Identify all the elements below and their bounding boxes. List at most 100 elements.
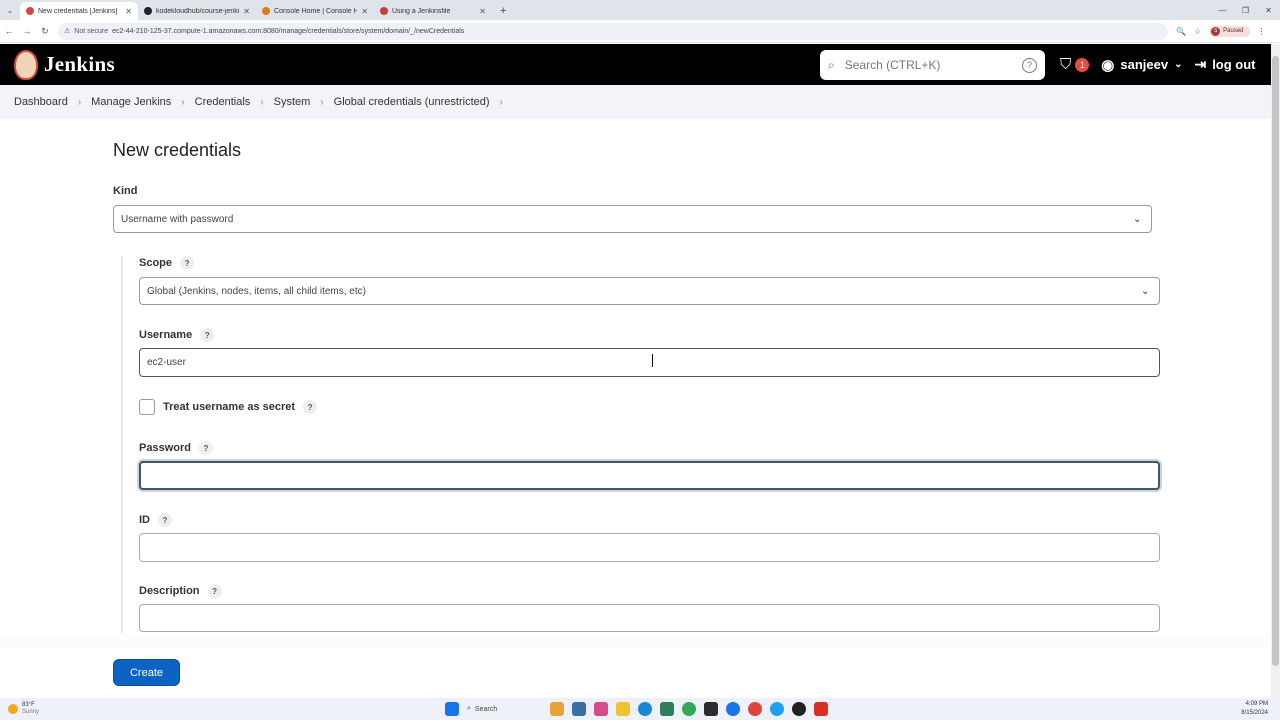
scrollbar-thumb[interactable] <box>1272 56 1279 666</box>
close-window-icon[interactable]: ✕ <box>1257 0 1280 20</box>
close-tab-icon[interactable]: ✕ <box>361 7 368 16</box>
breadcrumb-item[interactable]: Global credentials (unrestricted) › <box>334 96 513 108</box>
taskbar-app-icon[interactable] <box>792 702 806 716</box>
taskbar-app-icon[interactable] <box>770 702 784 716</box>
help-icon[interactable]: ? <box>303 400 318 414</box>
aws-favicon-icon <box>262 7 270 15</box>
back-icon[interactable]: ← <box>0 26 18 36</box>
scope-label-text: Scope <box>139 257 173 269</box>
kind-value: Username with password <box>121 213 234 225</box>
help-icon[interactable]: ? <box>158 513 172 527</box>
search-help-icon[interactable]: ? <box>1022 57 1037 73</box>
weather-temp: 83°F <box>22 702 35 708</box>
browser-tab[interactable]: Using a Jenkinsfile ✕ <box>374 2 492 20</box>
taskbar-search[interactable]: ⌕ Search <box>467 705 542 713</box>
security-badge[interactable]: 1 <box>1075 57 1090 72</box>
edge-icon[interactable] <box>638 702 652 716</box>
username: sanjeev <box>1120 57 1169 72</box>
jenkins-favicon-icon <box>26 7 34 15</box>
password-label-text: Password <box>139 442 191 454</box>
system-clock[interactable]: 4:09 PM 8/15/2024 <box>1241 700 1268 718</box>
minimize-icon[interactable]: — <box>1211 0 1234 20</box>
address-bar-actions: 🔍 ☆ S Paused ⋮ <box>1176 25 1266 37</box>
profile-button[interactable]: S Paused <box>1209 25 1250 37</box>
taskbar-app-icon[interactable] <box>550 702 564 716</box>
taskbar-app-icon[interactable] <box>616 702 630 716</box>
app-name: Jenkins <box>44 52 115 76</box>
browser-tab[interactable]: kodekloudhub/course-jenkin... ✕ <box>138 2 256 20</box>
opera-icon[interactable] <box>748 702 762 716</box>
breadcrumb-label[interactable]: System <box>274 96 311 108</box>
bookmark-star-icon[interactable]: ☆ <box>1194 27 1201 36</box>
create-button[interactable]: Create <box>113 659 180 686</box>
tab-search-icon[interactable]: ⌄ <box>0 0 20 20</box>
chrome-icon[interactable] <box>682 702 696 716</box>
id-label-text: ID <box>139 514 150 526</box>
url-bar[interactable]: ⚠ Not secure ec2-44-210-125-37.compute-1… <box>58 22 1168 40</box>
treat-username-secret-checkbox[interactable] <box>139 399 155 415</box>
browser-menu-icon[interactable]: ⋮ <box>1258 27 1266 36</box>
search-box[interactable]: ⌕ Search (CTRL+K) ? <box>820 50 1045 80</box>
treat-username-secret-label[interactable]: Treat username as secret <box>163 401 295 413</box>
scope-select[interactable]: Global (Jenkins, nodes, items, all child… <box>139 277 1160 305</box>
help-icon[interactable]: ? <box>180 256 195 270</box>
text-cursor-icon <box>652 354 656 367</box>
not-secure-label[interactable]: Not secure <box>74 28 108 35</box>
help-icon[interactable]: ? <box>207 584 222 598</box>
page-title: New credentials <box>113 140 242 160</box>
weather-text: 83°F Sunny <box>22 702 39 716</box>
windows-start-icon[interactable] <box>445 702 459 716</box>
breadcrumb-label[interactable]: Credentials <box>195 96 251 108</box>
treat-username-secret-row: Treat username as secret ? <box>139 399 318 415</box>
kind-label-text: Kind <box>113 185 138 197</box>
browser-tab-bar: ⌄ New credentials [Jenkins] ✕ kodekloudh… <box>0 0 1280 20</box>
breadcrumb-label[interactable]: Global credentials (unrestricted) <box>334 96 490 108</box>
zoom-icon[interactable]: 🔍 <box>1176 27 1186 36</box>
url-text[interactable]: ec2-44-210-125-37.compute-1.amazonaws.co… <box>112 28 464 35</box>
logout-link[interactable]: ⇥ log out <box>1194 56 1255 73</box>
id-input[interactable] <box>139 533 1160 562</box>
new-tab-icon[interactable]: + <box>492 2 514 20</box>
reload-icon[interactable]: ↻ <box>36 26 54 37</box>
weather-widget[interactable]: 83°F Sunny <box>8 702 39 716</box>
taskbar-app-icon[interactable] <box>594 702 608 716</box>
user-menu[interactable]: ◉ sanjeev ⌄ <box>1101 56 1182 74</box>
taskbar-search-label: Search <box>474 705 498 713</box>
browser-tab[interactable]: Console Home | Console Home ✕ <box>256 2 374 20</box>
password-input[interactable] <box>139 461 1160 490</box>
help-icon[interactable]: ? <box>200 328 215 342</box>
breadcrumb-item[interactable]: Dashboard › <box>14 96 91 108</box>
taskbar-app-icon[interactable] <box>814 702 828 716</box>
taskbar-app-icon[interactable] <box>660 702 674 716</box>
close-tab-icon[interactable]: ✕ <box>243 7 250 16</box>
kind-select[interactable]: Username with password ⌄ <box>113 205 1152 233</box>
breadcrumb-label[interactable]: Dashboard <box>14 96 68 108</box>
header-actions: ⛉ 1 ◉ sanjeev ⌄ ⇥ log out <box>1060 44 1256 85</box>
breadcrumb-label[interactable]: Manage Jenkins <box>91 96 171 108</box>
restore-icon[interactable]: ❐ <box>1234 0 1257 20</box>
description-input[interactable] <box>139 604 1160 632</box>
form-footer-divider <box>0 633 1271 647</box>
forward-icon[interactable]: → <box>18 26 36 36</box>
username-value: ec2-user <box>147 357 186 368</box>
taskbar-app-icon[interactable] <box>572 702 586 716</box>
breadcrumb-item[interactable]: Manage Jenkins › <box>91 96 194 108</box>
jenkins-home-link[interactable]: Jenkins <box>14 49 115 80</box>
close-tab-icon[interactable]: ✕ <box>479 7 486 16</box>
close-tab-icon[interactable]: ✕ <box>125 7 132 16</box>
scope-value: Global (Jenkins, nodes, items, all child… <box>147 285 366 297</box>
taskbar-app-icon[interactable] <box>704 702 718 716</box>
chrome-icon[interactable] <box>726 702 740 716</box>
browser-tab[interactable]: New credentials [Jenkins] ✕ <box>20 2 138 20</box>
scrollbar[interactable] <box>1271 44 1280 698</box>
breadcrumb-item[interactable]: Credentials › <box>195 96 274 108</box>
search-input[interactable]: Search (CTRL+K) <box>845 58 941 72</box>
username-input[interactable]: ec2-user <box>139 348 1160 377</box>
security-shield-icon[interactable]: ⛉ <box>1060 56 1071 73</box>
scope-label: Scope ? <box>139 256 195 270</box>
help-icon[interactable]: ? <box>198 441 213 455</box>
warning-icon[interactable]: ⚠ <box>64 27 70 35</box>
breadcrumb-item[interactable]: System › <box>274 96 334 108</box>
tab-title: Console Home | Console Home <box>274 7 358 15</box>
logout-label: log out <box>1212 57 1256 72</box>
